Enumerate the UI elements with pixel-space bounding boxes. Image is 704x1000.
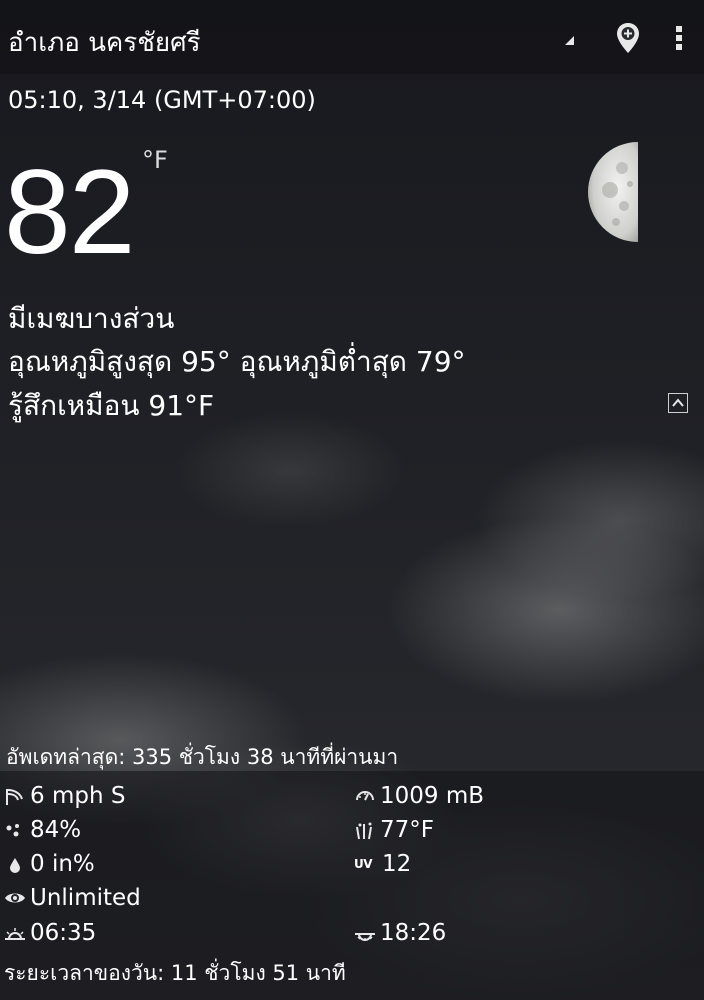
sunrise-detail: 06:35 xyxy=(4,920,96,946)
dropdown-triangle-icon[interactable] xyxy=(565,36,574,45)
collapse-icon xyxy=(672,398,684,407)
last-updated: อัพเดทล่าสุด: 335 ชั่วโมง 38 นาทีที่ผ่าน… xyxy=(6,745,399,769)
pressure-detail: 1009 mB xyxy=(354,783,484,809)
sunrise-icon xyxy=(5,928,25,940)
app-bar: อำเภอ นครชัยศรี xyxy=(0,0,704,74)
sunrise-value: 06:35 xyxy=(30,920,97,946)
overflow-menu-icon[interactable] xyxy=(670,24,688,52)
sunset-detail: 18:26 xyxy=(354,920,446,946)
high-low-temperature: อุณหภูมิสูงสุด 95° อุณหภูมิต่ำสุด 79° xyxy=(8,345,466,378)
visibility-detail: Unlimited xyxy=(4,885,141,911)
collapse-button[interactable] xyxy=(668,393,688,413)
dew-point-detail: 77°F xyxy=(354,817,434,843)
dew-point-icon xyxy=(356,822,372,840)
humidity-value: 84% xyxy=(30,817,82,843)
humidity-icon xyxy=(6,824,19,837)
pressure-gauge-icon xyxy=(356,791,374,801)
wind-detail: 6 mph S xyxy=(4,783,125,809)
sunset-value: 18:26 xyxy=(380,920,447,946)
location-title[interactable]: อำเภอ นครชัยศรี xyxy=(8,22,201,63)
wind-value: 6 mph S xyxy=(30,783,126,809)
sunset-icon xyxy=(355,933,375,941)
uv-detail: UV 12 xyxy=(354,851,411,877)
location-pin-icon[interactable] xyxy=(615,22,641,54)
uv-value: 12 xyxy=(382,851,412,877)
half-moon-icon xyxy=(588,142,638,242)
precipitation-detail: 0 in% xyxy=(4,851,95,877)
temperature-unit[interactable]: °F xyxy=(142,146,168,174)
visibility-value: Unlimited xyxy=(30,885,141,911)
current-temperature: 82 xyxy=(4,145,135,279)
dew-point-value: 77°F xyxy=(380,817,434,843)
pressure-value: 1009 mB xyxy=(380,783,485,809)
wind-icon xyxy=(6,789,23,805)
humidity-detail: 84% xyxy=(4,817,81,843)
uv-icon: UV xyxy=(354,857,373,871)
eye-icon xyxy=(5,893,25,903)
raindrop-icon xyxy=(10,858,20,873)
feels-like-temperature: รู้สึกเหมือน 91°F xyxy=(8,389,215,422)
weather-condition: มีเมฆบางส่วน xyxy=(8,302,175,335)
observation-time: 05:10, 3/14 (GMT+07:00) xyxy=(8,86,316,114)
precipitation-value: 0 in% xyxy=(30,851,95,877)
day-length: ระยะเวลาของวัน: 11 ชั่วโมง 51 นาที xyxy=(4,961,346,985)
